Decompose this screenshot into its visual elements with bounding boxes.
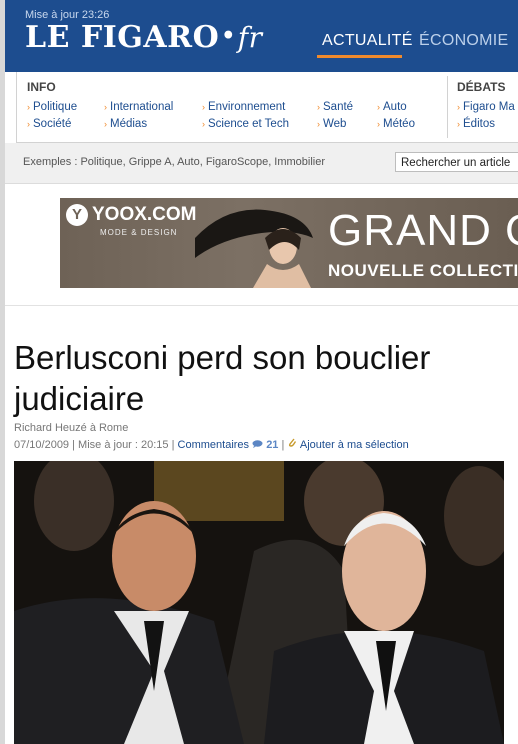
ad-brand-sub: MODE & DESIGN bbox=[100, 228, 178, 237]
topic-label: International bbox=[110, 101, 174, 113]
arrow-icon: › bbox=[457, 102, 460, 112]
arrow-icon: › bbox=[27, 119, 30, 129]
article-update-time: Mise à jour : 20:15 bbox=[78, 439, 169, 451]
article-date: 07/10/2009 bbox=[14, 439, 70, 451]
divider bbox=[5, 305, 518, 306]
arrow-icon: › bbox=[104, 102, 107, 112]
ad-brand-name: YOOX.COM bbox=[92, 204, 197, 225]
meta-separator: | bbox=[69, 439, 79, 451]
topic-link-societe[interactable]: › Société bbox=[27, 118, 71, 130]
topic-link-sante[interactable]: › Santé bbox=[317, 101, 353, 113]
topic-label: Science et Tech bbox=[208, 118, 289, 130]
article-title: Berlusconi perd son bouclier judiciaire bbox=[14, 339, 431, 417]
photo-illustration bbox=[14, 461, 504, 744]
article-meta: 07/10/2009 | Mise à jour : 20:15 | Comme… bbox=[14, 437, 409, 451]
arrow-icon: › bbox=[457, 119, 460, 129]
topic-label: Environnement bbox=[208, 101, 286, 113]
topics-panel: INFO › Politique › International › Environn… bbox=[16, 72, 518, 143]
info-section-label: INFO bbox=[27, 80, 56, 94]
arrow-icon: › bbox=[202, 119, 205, 129]
article-author: Richard Heuzé à Rome bbox=[14, 422, 129, 434]
topic-label: Société bbox=[33, 118, 72, 130]
figaro-logo[interactable]: LE FIGARO•fr bbox=[25, 20, 263, 55]
active-tab-indicator bbox=[317, 55, 402, 58]
yoox-logo-icon: Y bbox=[66, 204, 88, 226]
topic-link-international[interactable]: › International bbox=[104, 101, 173, 113]
topic-link-environnement[interactable]: › Environnement bbox=[202, 101, 285, 113]
search-input[interactable]: Rechercher un article bbox=[395, 152, 518, 172]
topic-link-medias[interactable]: › Médias bbox=[104, 118, 147, 130]
ad-headline: GRAND OPI bbox=[328, 206, 518, 255]
comments-link[interactable]: Commentaires bbox=[178, 439, 250, 451]
site-header: Mise à jour 23:26 LE FIGARO•fr ACTUALITÉ… bbox=[5, 0, 518, 72]
arrow-icon: › bbox=[27, 102, 30, 112]
topic-link-meteo[interactable]: › Météo bbox=[377, 118, 415, 130]
arrow-icon: › bbox=[377, 119, 380, 129]
arrow-icon: › bbox=[104, 119, 107, 129]
debats-link-figaro-ma[interactable]: › Figaro Ma bbox=[457, 101, 515, 113]
add-to-selection-link[interactable]: Ajouter à ma sélection bbox=[300, 439, 409, 451]
topic-link-web[interactable]: › Web bbox=[317, 118, 346, 130]
debats-section-label: DÉBATS bbox=[457, 80, 506, 94]
topic-label: Figaro Ma bbox=[463, 101, 515, 113]
topic-link-auto[interactable]: › Auto bbox=[377, 101, 407, 113]
window-edge bbox=[0, 0, 5, 744]
logo-suffix: fr bbox=[237, 21, 263, 54]
ad-model-image bbox=[195, 209, 313, 288]
yoox-ad-banner[interactable]: YYOOX.COM MODE & DESIGN GRAND OPI NOUVEL… bbox=[60, 198, 518, 288]
topic-label: Médias bbox=[110, 118, 148, 130]
topic-label: Web bbox=[323, 118, 347, 130]
comment-bubble-icon bbox=[252, 439, 263, 451]
debats-link-editos[interactable]: › Éditos bbox=[457, 118, 495, 130]
topic-label: Éditos bbox=[463, 118, 495, 130]
paperclip-icon bbox=[287, 438, 297, 451]
article-photo bbox=[14, 461, 504, 744]
topic-label: Santé bbox=[323, 101, 354, 113]
comments-count[interactable]: 21 bbox=[266, 439, 278, 451]
topic-link-politique[interactable]: › Politique bbox=[27, 101, 77, 113]
ad-brand: Y YOOX.COM bbox=[66, 204, 197, 226]
ad-subline: NOUVELLE COLLECTION AUT bbox=[328, 261, 518, 280]
topic-label: Auto bbox=[383, 101, 407, 113]
arrow-icon: › bbox=[202, 102, 205, 112]
meta-separator: | bbox=[168, 439, 178, 451]
logo-dot: • bbox=[221, 23, 236, 49]
logo-main-text: LE FIGARO bbox=[25, 20, 220, 55]
tab-actualite[interactable]: ACTUALITÉ bbox=[322, 32, 413, 50]
search-examples: Exemples : Politique, Grippe A, Auto, Fi… bbox=[23, 156, 326, 168]
topic-label: Politique bbox=[33, 101, 78, 113]
arrow-icon: › bbox=[377, 102, 380, 112]
topic-link-science-tech[interactable]: › Science et Tech bbox=[202, 118, 289, 130]
topic-label: Météo bbox=[383, 118, 415, 130]
section-divider bbox=[447, 76, 448, 138]
search-bar: Exemples : Politique, Grippe A, Auto, Fi… bbox=[5, 143, 518, 184]
arrow-icon: › bbox=[317, 119, 320, 129]
tab-economie[interactable]: ÉCONOMIE bbox=[419, 32, 509, 50]
arrow-icon: › bbox=[317, 102, 320, 112]
